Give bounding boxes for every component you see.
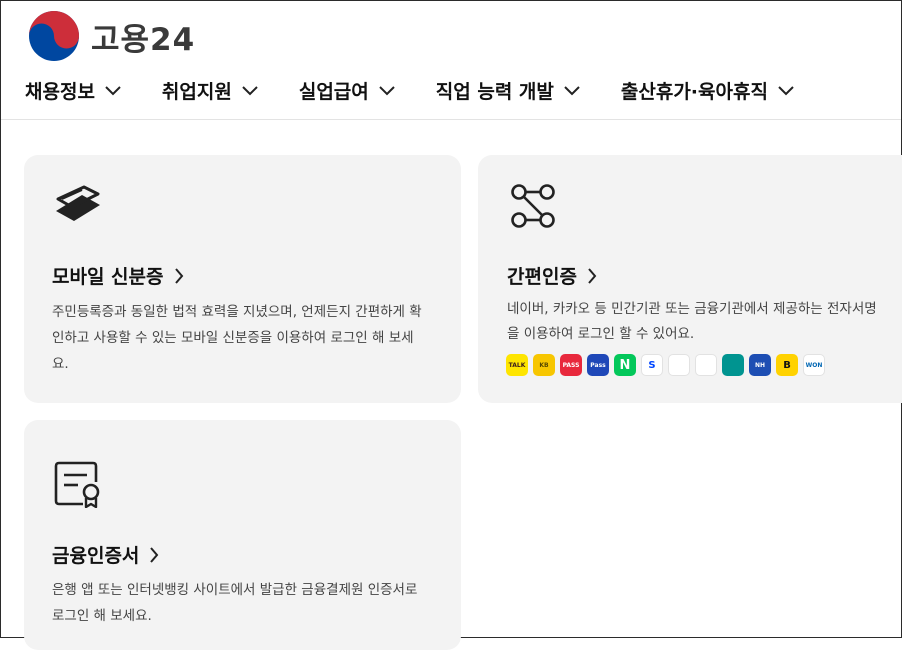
nav-item-label: 직업 능력 개발 xyxy=(435,81,554,103)
hana-bank-icon[interactable] xyxy=(722,354,744,376)
nav-item-label: 채용정보 xyxy=(25,81,95,103)
nav-item-label: 실업급여 xyxy=(298,81,369,103)
card-title: 간편인증 xyxy=(507,266,577,288)
provider-label: Pass xyxy=(590,361,606,369)
site-header: 고용24 채용정보 취업지원 실업급여 직업 능력 개발 출산휴가·육아휴직 xyxy=(1,1,901,120)
provider-label: KB xyxy=(539,361,549,369)
card-description: 주민등록증과 동일한 법적 효력을 지녔으며, 언제든지 간편하게 확 인하고 … xyxy=(52,299,452,377)
mobile-id-layers-icon xyxy=(56,185,100,221)
banksalad-icon[interactable]: B xyxy=(776,354,798,376)
chevron-down-icon xyxy=(778,85,794,95)
card-description: 은행 앱 또는 인터넷뱅킹 사이트에서 발급한 금융결제원 인증서로 로그인 해… xyxy=(52,577,452,629)
nav-item-employment-support[interactable]: 취업지원 xyxy=(162,77,258,104)
taegeuk-logo-icon xyxy=(29,11,79,61)
hana-icon[interactable] xyxy=(695,354,717,376)
connection-nodes-icon xyxy=(511,184,555,228)
login-card-financial-cert[interactable]: 금융인증서 은행 앱 또는 인터넷뱅킹 사이트에서 발급한 금융결제원 인증서로… xyxy=(24,420,461,650)
chevron-right-icon xyxy=(150,546,159,563)
desc-line: 요. xyxy=(52,356,69,372)
nav-item-unemployment-benefits[interactable]: 실업급여 xyxy=(299,77,395,104)
provider-label: TALK xyxy=(508,361,526,369)
login-card-simple-auth[interactable]: 간편인증 네이버, 카카오 등 민간기관 또는 금융기관에서 제공하는 전자서명… xyxy=(478,155,902,403)
nav-item-jobs[interactable]: 채용정보 xyxy=(25,77,121,104)
chevron-right-icon xyxy=(588,267,597,284)
mobile-id-title-link[interactable]: 모바일 신분증 xyxy=(52,262,184,289)
desc-line: 네이버, 카카오 등 민간기관 또는 금융기관에서 제공하는 전자서명 xyxy=(507,301,877,317)
provider-label: NH xyxy=(754,361,766,369)
chevron-down-icon xyxy=(379,85,395,95)
nh-icon[interactable]: NH xyxy=(749,354,771,376)
chevron-down-icon xyxy=(242,85,258,95)
financial-cert-title-link[interactable]: 금융인증서 xyxy=(52,541,159,568)
site-title: 고용24 xyxy=(91,21,196,58)
samsung-pass-icon[interactable]: Pass xyxy=(587,354,609,376)
kakao-talk-icon[interactable]: TALK xyxy=(506,354,528,376)
provider-label: WON xyxy=(805,361,823,369)
main-nav: 채용정보 취업지원 실업급여 직업 능력 개발 출산휴가·육아휴직 xyxy=(25,77,794,104)
desc-line: 로그인 해 보세요. xyxy=(52,608,152,624)
card-description: 네이버, 카카오 등 민간기관 또는 금융기관에서 제공하는 전자서명 을 이용… xyxy=(507,297,899,347)
provider-label: PASS xyxy=(562,361,580,369)
provider-label: B xyxy=(783,359,791,371)
chevron-down-icon xyxy=(564,85,580,95)
desc-line: 인하고 사용할 수 있는 모바일 신분증을 이용하여 로그인 해 보세 xyxy=(52,330,414,346)
login-card-mobile-id[interactable]: 모바일 신분증 주민등록증과 동일한 법적 효력을 지녔으며, 언제든지 간편하… xyxy=(24,155,461,403)
naver-icon[interactable]: N xyxy=(614,354,636,376)
simple-auth-title-link[interactable]: 간편인증 xyxy=(507,262,597,289)
nav-item-label: 출산휴가·육아휴직 xyxy=(620,81,768,103)
kb-icon[interactable]: KB xyxy=(533,354,555,376)
nav-item-skills-development[interactable]: 직업 능력 개발 xyxy=(436,77,580,104)
woori-won-icon[interactable]: WON xyxy=(803,354,825,376)
certificate-icon xyxy=(54,461,100,508)
provider-label: N xyxy=(619,357,631,373)
desc-line: 주민등록증과 동일한 법적 효력을 지녔으며, 언제든지 간편하게 확 xyxy=(52,304,422,320)
chevron-right-icon xyxy=(174,267,183,284)
pass-icon[interactable]: PASS xyxy=(560,354,582,376)
card-title: 모바일 신분증 xyxy=(52,266,164,288)
auth-provider-list: TALK KB PASS Pass N S NH B WON xyxy=(506,354,830,376)
chevron-down-icon xyxy=(105,85,121,95)
provider-label: S xyxy=(648,359,656,371)
site-logo[interactable]: 고용24 xyxy=(27,9,195,63)
toss-icon[interactable] xyxy=(668,354,690,376)
nav-item-parental-leave[interactable]: 출산휴가·육아휴직 xyxy=(621,77,794,104)
desc-line: 은행 앱 또는 인터넷뱅킹 사이트에서 발급한 금융결제원 인증서로 xyxy=(52,582,418,598)
desc-line: 을 이용하여 로그인 할 수 있어요. xyxy=(507,326,695,342)
nav-item-label: 취업지원 xyxy=(161,81,232,103)
shinhan-icon[interactable]: S xyxy=(641,354,663,376)
card-title: 금융인증서 xyxy=(52,545,140,567)
